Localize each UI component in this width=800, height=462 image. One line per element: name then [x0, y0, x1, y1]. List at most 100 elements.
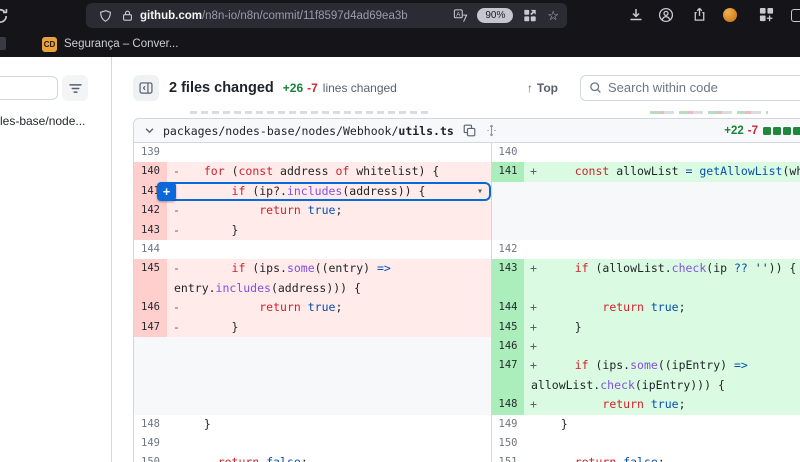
comment-caret-icon[interactable]: ▾ — [477, 182, 483, 201]
line-number[interactable]: 151 — [491, 453, 524, 462]
lock-icon[interactable] — [116, 9, 138, 22]
empty-gutter — [491, 221, 524, 240]
code-token: if — [575, 261, 589, 275]
code-token: getAllowList — [699, 164, 782, 178]
empty-gutter — [491, 201, 524, 220]
file-header: packages/nodes-base/nodes/Webhook/utils.… — [134, 119, 800, 143]
line-number[interactable]: 150 — [491, 434, 524, 453]
code-token: ; — [679, 397, 686, 411]
code-token: )) { — [769, 261, 797, 275]
line-number[interactable]: 147 — [491, 356, 524, 395]
account-icon[interactable] — [658, 7, 674, 28]
code-token: ((entry) — [315, 261, 377, 275]
line-number[interactable]: 150 — [134, 453, 167, 462]
line-number[interactable]: 146 — [491, 337, 524, 356]
search-input[interactable] — [608, 80, 768, 95]
diff-marker: + — [530, 395, 547, 414]
code-line: - for (const address of whitelist) { — [167, 162, 491, 181]
line-number[interactable]: 142 — [491, 240, 524, 259]
search-icon — [589, 81, 602, 94]
line-number[interactable]: 141 — [491, 162, 524, 181]
diff-marker: + — [530, 298, 547, 317]
code-token: return — [602, 397, 644, 411]
browser-toolbar: github.com/n8n-io/n8n/commit/11f8597d4ad… — [0, 0, 800, 31]
empty-code-cell — [524, 221, 800, 240]
line-number[interactable]: 142 — [134, 201, 167, 220]
code-line: + — [524, 337, 800, 356]
translate-icon[interactable]: A — [449, 9, 471, 23]
diff-marker: + — [530, 259, 547, 278]
browser-tab[interactable]: CD Segurança – Conver... — [42, 31, 178, 57]
diff-row: 144 142 — [134, 240, 800, 259]
shield-icon[interactable] — [94, 9, 116, 23]
code-token: ((ipEntry) — [658, 358, 734, 372]
empty-gutter — [491, 182, 524, 201]
line-number[interactable]: 140 — [491, 143, 524, 162]
line-number[interactable]: 139 — [134, 143, 167, 162]
code-token: } — [547, 417, 568, 431]
copy-path-icon[interactable] — [463, 124, 476, 137]
diff-marker: + — [530, 337, 547, 356]
diff-marker: - — [173, 298, 190, 317]
code-search-box[interactable] — [580, 75, 800, 101]
file-path-prefix: packages/nodes-base/nodes/Webhook/ — [163, 124, 398, 138]
add-comment-button[interactable]: + — [157, 182, 176, 201]
clipped-tab-icon[interactable] — [0, 37, 6, 50]
code-token — [748, 261, 755, 275]
code-token: return — [259, 203, 301, 217]
line-number[interactable]: 144 — [134, 240, 167, 259]
bookmark-star-icon[interactable]: ☆ — [547, 8, 559, 24]
drag-handle-icon[interactable] — [485, 124, 498, 137]
code-line: + } — [524, 318, 800, 337]
diff-marker: - — [173, 221, 190, 240]
diff-marker: - — [173, 162, 190, 181]
back-to-top-link[interactable]: ↑ Top — [527, 81, 558, 95]
line-number[interactable]: 148 — [491, 395, 524, 414]
filter-button[interactable] — [62, 75, 88, 101]
downloads-icon[interactable] — [628, 7, 644, 28]
line-number[interactable]: 145 — [134, 259, 167, 298]
file-tree-toggle-button[interactable] — [133, 75, 159, 101]
code-line: + if (ips.some((ipEntry) =>allowList.che… — [524, 356, 800, 395]
chevron-down-icon[interactable] — [144, 125, 155, 136]
code-token — [547, 261, 575, 275]
code-token: const — [575, 164, 610, 178]
code-line: } — [524, 415, 800, 434]
code-line: - if (ips.some((entry) =>entry.includes(… — [167, 259, 491, 298]
line-number[interactable]: 144 — [491, 298, 524, 317]
line-number[interactable]: 148 — [134, 415, 167, 434]
share-icon[interactable] — [692, 7, 707, 27]
line-number[interactable]: 140 — [134, 162, 167, 181]
code-line — [524, 434, 800, 453]
code-token: check — [600, 378, 635, 392]
zoom-level-badge[interactable]: 90% — [477, 8, 513, 23]
line-number[interactable]: 145 — [491, 318, 524, 337]
code-token: true — [308, 300, 336, 314]
code-line: + return true; — [524, 298, 800, 317]
file-tree-item[interactable]: les-base/node... — [0, 114, 110, 128]
svg-text:A: A — [456, 11, 461, 18]
code-token: (ips. — [589, 358, 631, 372]
line-number[interactable]: 146 — [134, 298, 167, 317]
line-number[interactable]: 143 — [134, 221, 167, 240]
clipped-toolbar-icon[interactable] — [791, 9, 800, 22]
file-filter-input[interactable] — [0, 76, 58, 100]
line-number[interactable]: 149 — [491, 415, 524, 434]
empty-code-cell — [167, 395, 491, 414]
grid-expand-icon[interactable] — [519, 9, 541, 22]
line-number[interactable]: 143 — [491, 259, 524, 298]
total-deletions: -7 — [307, 81, 318, 95]
grid-plus-icon[interactable] — [759, 7, 774, 27]
diffstat-block — [773, 127, 781, 135]
code-token: address — [273, 164, 335, 178]
file-name: utils.ts — [398, 124, 453, 138]
url-bar[interactable]: github.com/n8n-io/n8n/commit/11f8597d4ad… — [86, 3, 567, 28]
extension-ball-icon[interactable] — [723, 8, 737, 22]
line-number[interactable]: 147 — [134, 318, 167, 337]
diff-row: 140- for (const address of whitelist) {1… — [134, 162, 800, 181]
reload-icon[interactable] — [0, 7, 9, 30]
code-token — [190, 203, 259, 217]
line-number[interactable]: 149 — [134, 434, 167, 453]
diff-row: 139 140 — [134, 143, 800, 162]
code-token: ; — [301, 455, 308, 462]
